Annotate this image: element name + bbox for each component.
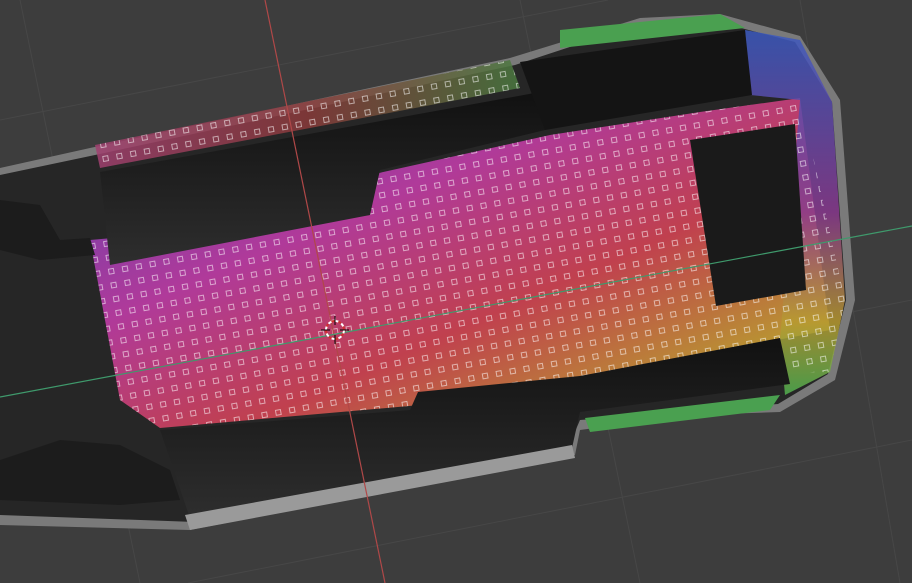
- viewport-canvas[interactable]: [0, 0, 912, 583]
- mesh-object[interactable]: [0, 14, 855, 530]
- 3d-viewport[interactable]: [0, 0, 912, 583]
